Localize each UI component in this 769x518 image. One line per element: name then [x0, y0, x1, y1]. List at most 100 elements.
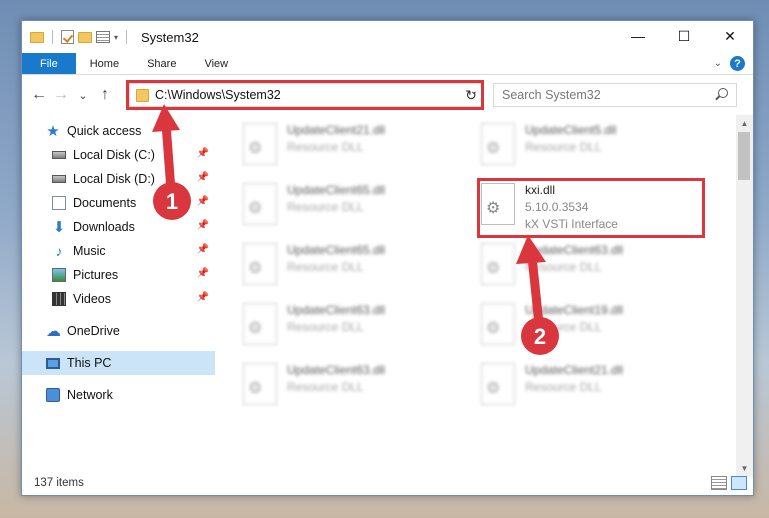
chevron-down-icon[interactable]: ⌄: [714, 58, 722, 69]
pin-icon[interactable]: 📌: [197, 244, 209, 255]
file-name: UpdateClient65.dll: [287, 243, 386, 257]
file-name: UpdateClient21.dll: [525, 363, 624, 377]
file-type: Resource DLL: [287, 140, 364, 154]
dll-file-icon: [481, 303, 515, 345]
properties-check-icon[interactable]: [61, 30, 74, 44]
sidebar-item-music[interactable]: ♪ Music 📌: [22, 239, 215, 263]
file-name: UpdateClient21.dll: [287, 123, 386, 137]
tab-file[interactable]: File: [22, 53, 76, 74]
quick-access-toolbar: ▾: [30, 30, 131, 44]
sidebar-item-downloads[interactable]: ⬇ Downloads 📌: [22, 215, 215, 239]
file-tile[interactable]: UpdateClient63.dll Resource DLL: [243, 359, 483, 419]
sidebar-item-label: Pictures: [73, 268, 119, 282]
scroll-up-icon[interactable]: ▲: [736, 115, 753, 132]
pin-icon[interactable]: 📌: [197, 148, 209, 159]
file-type: Resource DLL: [287, 260, 364, 274]
help-icon[interactable]: ?: [730, 56, 745, 71]
navigation-pane: ★ Quick access Local Disk (C:) 📌 Local D…: [22, 115, 215, 475]
file-tile[interactable]: UpdateClient63.dll Resource DLL: [481, 239, 721, 299]
dll-file-icon: [481, 363, 515, 405]
folder-icon: [30, 31, 44, 43]
file-name: UpdateClient19.dll: [525, 303, 624, 317]
pin-icon[interactable]: 📌: [197, 220, 209, 231]
dll-file-icon: [481, 243, 515, 285]
dll-file-icon: [243, 363, 277, 405]
dll-file-icon: [481, 123, 515, 165]
file-tile[interactable]: UpdateClient63.dll Resource DLL: [243, 299, 483, 359]
file-type: Resource DLL: [525, 380, 602, 394]
tab-share[interactable]: Share: [133, 53, 190, 74]
sidebar-item-label: Music: [73, 244, 106, 258]
toolbar-divider: [126, 30, 128, 44]
sidebar-item-videos[interactable]: Videos 📌: [22, 287, 215, 311]
pin-icon[interactable]: 📌: [197, 196, 209, 207]
pictures-icon: [52, 268, 66, 282]
details-view-icon[interactable]: [711, 476, 727, 490]
cloud-icon: ☁: [46, 323, 61, 340]
dll-file-icon: [243, 183, 277, 225]
back-button[interactable]: ←: [28, 86, 50, 104]
file-name: UpdateClient65.dll: [287, 183, 386, 197]
sidebar-item-onedrive[interactable]: ☁ OneDrive: [22, 319, 215, 343]
sidebar-item-network[interactable]: Network: [22, 383, 215, 407]
sidebar-item-label: This PC: [67, 356, 112, 370]
tab-home[interactable]: Home: [76, 53, 133, 74]
toolbar-dropdown-icon[interactable]: ▾: [114, 33, 118, 42]
minimize-button[interactable]: —: [615, 21, 661, 51]
tab-view[interactable]: View: [190, 53, 242, 74]
sidebar-item-local-disk-c[interactable]: Local Disk (C:) 📌: [22, 143, 215, 167]
tiles-view-icon[interactable]: [731, 476, 747, 490]
file-tile[interactable]: UpdateClient19.dll Resource DLL: [481, 299, 721, 359]
sidebar-item-this-pc[interactable]: This PC: [22, 351, 215, 375]
file-name: UpdateClient63.dll: [287, 363, 386, 377]
sidebar-item-quick-access[interactable]: ★ Quick access: [22, 119, 215, 143]
vertical-scrollbar[interactable]: ▲ ▼: [736, 115, 753, 477]
item-count: 137 items: [34, 477, 84, 489]
network-icon: [46, 388, 60, 402]
file-type: Resource DLL: [287, 320, 364, 334]
file-name: UpdateClient63.dll: [287, 303, 386, 317]
up-button[interactable]: ↑: [94, 86, 116, 104]
file-type: Resource DLL: [525, 260, 602, 274]
dll-file-icon: [243, 123, 277, 165]
pin-icon[interactable]: 📌: [197, 292, 209, 303]
disk-icon: [52, 151, 66, 159]
file-type: Resource DLL: [525, 320, 602, 334]
search-input[interactable]: Search System32: [493, 83, 737, 107]
sidebar-item-label: Documents: [73, 196, 137, 210]
title-bar: ▾ System32 — ☐ ✕: [22, 21, 753, 53]
new-folder-icon[interactable]: [78, 31, 92, 43]
sidebar-item-label: Quick access: [67, 124, 142, 138]
forward-button[interactable]: →: [50, 86, 72, 104]
file-tile[interactable]: UpdateClient21.dll Resource DLL: [481, 359, 721, 419]
search-icon[interactable]: [718, 88, 728, 98]
recent-locations-button[interactable]: ⌄: [72, 89, 94, 102]
dll-file-icon: [243, 243, 277, 285]
file-name: UpdateClient5.dll: [525, 123, 617, 137]
ribbon-right-controls: ⌄ ?: [714, 56, 745, 71]
pc-icon: [46, 357, 60, 369]
file-tile[interactable]: UpdateClient5.dll Resource DLL: [481, 119, 721, 179]
explorer-window: ▾ System32 — ☐ ✕ File Home Share View ⌄ …: [21, 20, 754, 496]
sidebar-item-documents[interactable]: Documents 📌: [22, 191, 215, 215]
sidebar-item-pictures[interactable]: Pictures 📌: [22, 263, 215, 287]
star-icon: ★: [46, 123, 60, 140]
documents-icon: [52, 196, 66, 210]
maximize-button[interactable]: ☐: [661, 21, 707, 51]
scrollbar-thumb[interactable]: [738, 132, 750, 180]
search-placeholder: Search System32: [502, 88, 601, 102]
pin-icon[interactable]: 📌: [197, 172, 209, 183]
toolbar-divider: [52, 30, 53, 44]
close-button[interactable]: ✕: [707, 21, 753, 51]
file-tile[interactable]: UpdateClient65.dll Resource DLL: [243, 179, 483, 239]
dll-file-icon: [243, 303, 277, 345]
customize-toolbar-icon[interactable]: [96, 31, 110, 43]
ribbon-tabs: File Home Share View ⌄ ?: [22, 53, 753, 75]
file-tile[interactable]: UpdateClient65.dll Resource DLL: [243, 239, 483, 299]
file-tile[interactable]: UpdateClient21.dll Resource DLL: [243, 119, 483, 179]
file-type: Resource DLL: [287, 200, 364, 214]
sidebar-item-local-disk-d[interactable]: Local Disk (D:) 📌: [22, 167, 215, 191]
disk-icon: [52, 175, 66, 183]
pin-icon[interactable]: 📌: [197, 268, 209, 279]
file-type: Resource DLL: [525, 140, 602, 154]
